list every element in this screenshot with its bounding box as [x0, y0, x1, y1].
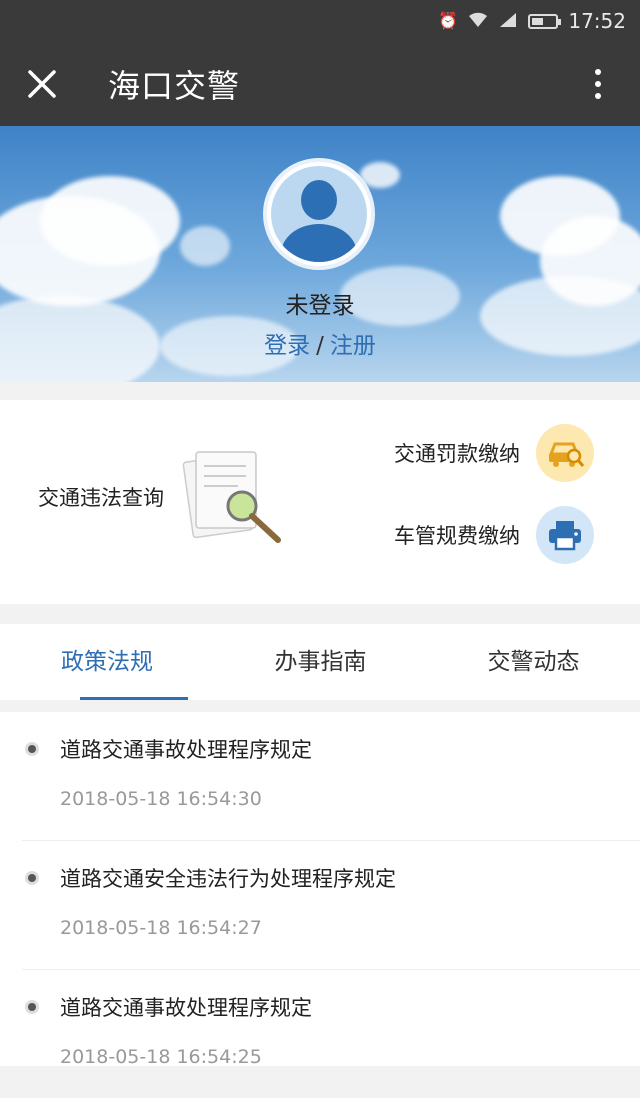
- article-time: 2018-05-18 16:54:25: [60, 1046, 262, 1068]
- violation-query-icon[interactable]: [182, 444, 292, 554]
- close-icon: [28, 70, 56, 98]
- bullet-icon: [28, 1003, 36, 1011]
- printer-icon: [536, 506, 594, 564]
- login-separator: /: [316, 333, 324, 359]
- list-item[interactable]: 道路交通安全违法行为处理程序规定 2018-05-18 16:54:27: [22, 841, 640, 970]
- article-title: 道路交通安全违法行为处理程序规定: [60, 867, 396, 891]
- car-search-icon: [536, 424, 594, 482]
- register-link[interactable]: 注册: [330, 333, 376, 359]
- tab-news[interactable]: 交警动态: [427, 624, 640, 700]
- violation-query-label[interactable]: 交通违法查询: [38, 482, 164, 512]
- list-item[interactable]: 道路交通事故处理程序规定 2018-05-18 16:54:30: [22, 712, 640, 841]
- tab-guide[interactable]: 办事指南: [214, 624, 427, 700]
- vehicle-fee-label: 车管规费缴纳: [394, 524, 520, 548]
- traffic-fine-item[interactable]: 交通罚款缴纳: [394, 424, 594, 482]
- wifi-icon: [468, 12, 488, 30]
- login-register-links: 登录 / 注册: [0, 326, 640, 360]
- avatar[interactable]: [263, 158, 375, 270]
- login-link[interactable]: 登录: [264, 333, 310, 359]
- user-icon: [271, 166, 367, 262]
- article-title: 道路交通事故处理程序规定: [60, 738, 312, 762]
- battery-icon: [528, 13, 562, 29]
- alarm-icon: ⏰: [438, 11, 459, 30]
- article-list: 道路交通事故处理程序规定 2018-05-18 16:54:30 道路交通安全违…: [0, 712, 640, 1068]
- status-bar: ⏰ 17:52: [0, 0, 640, 42]
- traffic-fine-label: 交通罚款缴纳: [394, 442, 520, 466]
- more-options-button[interactable]: [578, 64, 618, 104]
- close-button[interactable]: [0, 42, 84, 126]
- category-tabs: 政策法规 办事指南 交警动态: [0, 624, 640, 700]
- vehicle-fee-item[interactable]: 车管规费缴纳: [394, 506, 594, 564]
- article-title: 道路交通事故处理程序规定: [60, 996, 312, 1020]
- bullet-icon: [28, 874, 36, 882]
- tab-policy[interactable]: 政策法规: [0, 624, 214, 700]
- article-time: 2018-05-18 16:54:30: [60, 788, 262, 810]
- list-item[interactable]: 道路交通事故处理程序规定 2018-05-18 16:54:25: [22, 970, 640, 1098]
- title-bar: 海口交警: [0, 42, 640, 126]
- status-time: 17:52: [568, 9, 626, 33]
- bullet-icon: [28, 745, 36, 753]
- login-status: 未登录: [285, 293, 355, 319]
- services-card: 交通违法查询 交通罚款缴纳 车管规费缴纳: [0, 400, 640, 604]
- signal-icon: [498, 12, 518, 30]
- profile-banner: 未登录 登录 / 注册: [0, 126, 640, 382]
- page-title: 海口交警: [108, 67, 241, 105]
- article-time: 2018-05-18 16:54:27: [60, 917, 262, 939]
